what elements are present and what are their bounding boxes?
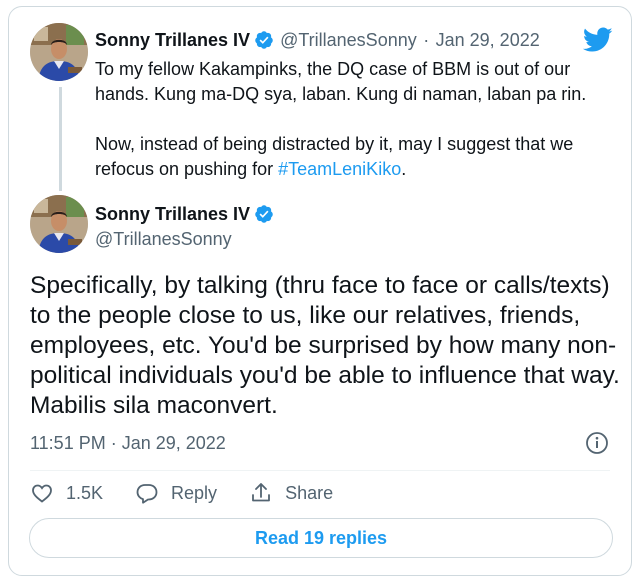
- hashtag-link[interactable]: #TeamLeniKiko: [278, 159, 401, 179]
- tweet2-text: Specifically, by talking (thru face to f…: [30, 272, 620, 419]
- separator-dot: ·: [423, 30, 430, 50]
- tweet2-author: Sonny Trillanes IV: [95, 204, 274, 225]
- like-button[interactable]: 1.5K: [30, 481, 103, 505]
- tweet1-header: Sonny Trillanes IV @TrillanesSonny · Jan …: [95, 30, 540, 51]
- twitter-bird-icon[interactable]: [583, 27, 613, 53]
- share-upload-icon: [252, 483, 270, 502]
- reply-label: Reply: [171, 482, 218, 503]
- author-avatar[interactable]: [30, 195, 88, 253]
- reply-button[interactable]: Reply: [135, 481, 217, 505]
- author-name[interactable]: Sonny Trillanes IV: [95, 30, 250, 50]
- tweet-timestamp[interactable]: 11:51 PM · Jan 29, 2022: [30, 433, 226, 454]
- avatar-photo: [30, 195, 88, 253]
- author-avatar[interactable]: [30, 23, 88, 81]
- tweet1-paragraph-2: Now, instead of being distracted by it, …: [95, 132, 595, 182]
- author-name[interactable]: Sonny Trillanes IV: [95, 204, 250, 224]
- share-button[interactable]: Share: [249, 481, 333, 505]
- tweet-embed-card: Sonny Trillanes IV @TrillanesSonny · Jan …: [8, 6, 632, 576]
- share-label: Share: [285, 482, 334, 503]
- tweet1-body: To my fellow Kakampinks, the DQ case of …: [95, 57, 595, 207]
- verified-badge-icon: [255, 205, 273, 223]
- speech-bubble-icon: [136, 484, 158, 504]
- verified-badge-icon: [255, 31, 273, 49]
- tweet1-paragraph-2-end: .: [401, 159, 407, 179]
- heart-icon: [32, 484, 52, 503]
- avatar-photo: [30, 23, 88, 81]
- info-icon[interactable]: [585, 431, 609, 455]
- author-handle[interactable]: @TrillanesSonny: [95, 229, 232, 250]
- read-replies-button[interactable]: Read 19 replies: [29, 518, 613, 558]
- author-handle[interactable]: @TrillanesSonny: [280, 30, 417, 50]
- tweet-actions: 1.5K Reply Share: [30, 481, 365, 505]
- divider: [30, 470, 610, 471]
- like-count: 1.5K: [66, 482, 104, 503]
- tweet-date[interactable]: Jan 29, 2022: [436, 30, 540, 50]
- thread-connector-line: [59, 87, 62, 191]
- tweet1-paragraph-1: To my fellow Kakampinks, the DQ case of …: [95, 59, 587, 104]
